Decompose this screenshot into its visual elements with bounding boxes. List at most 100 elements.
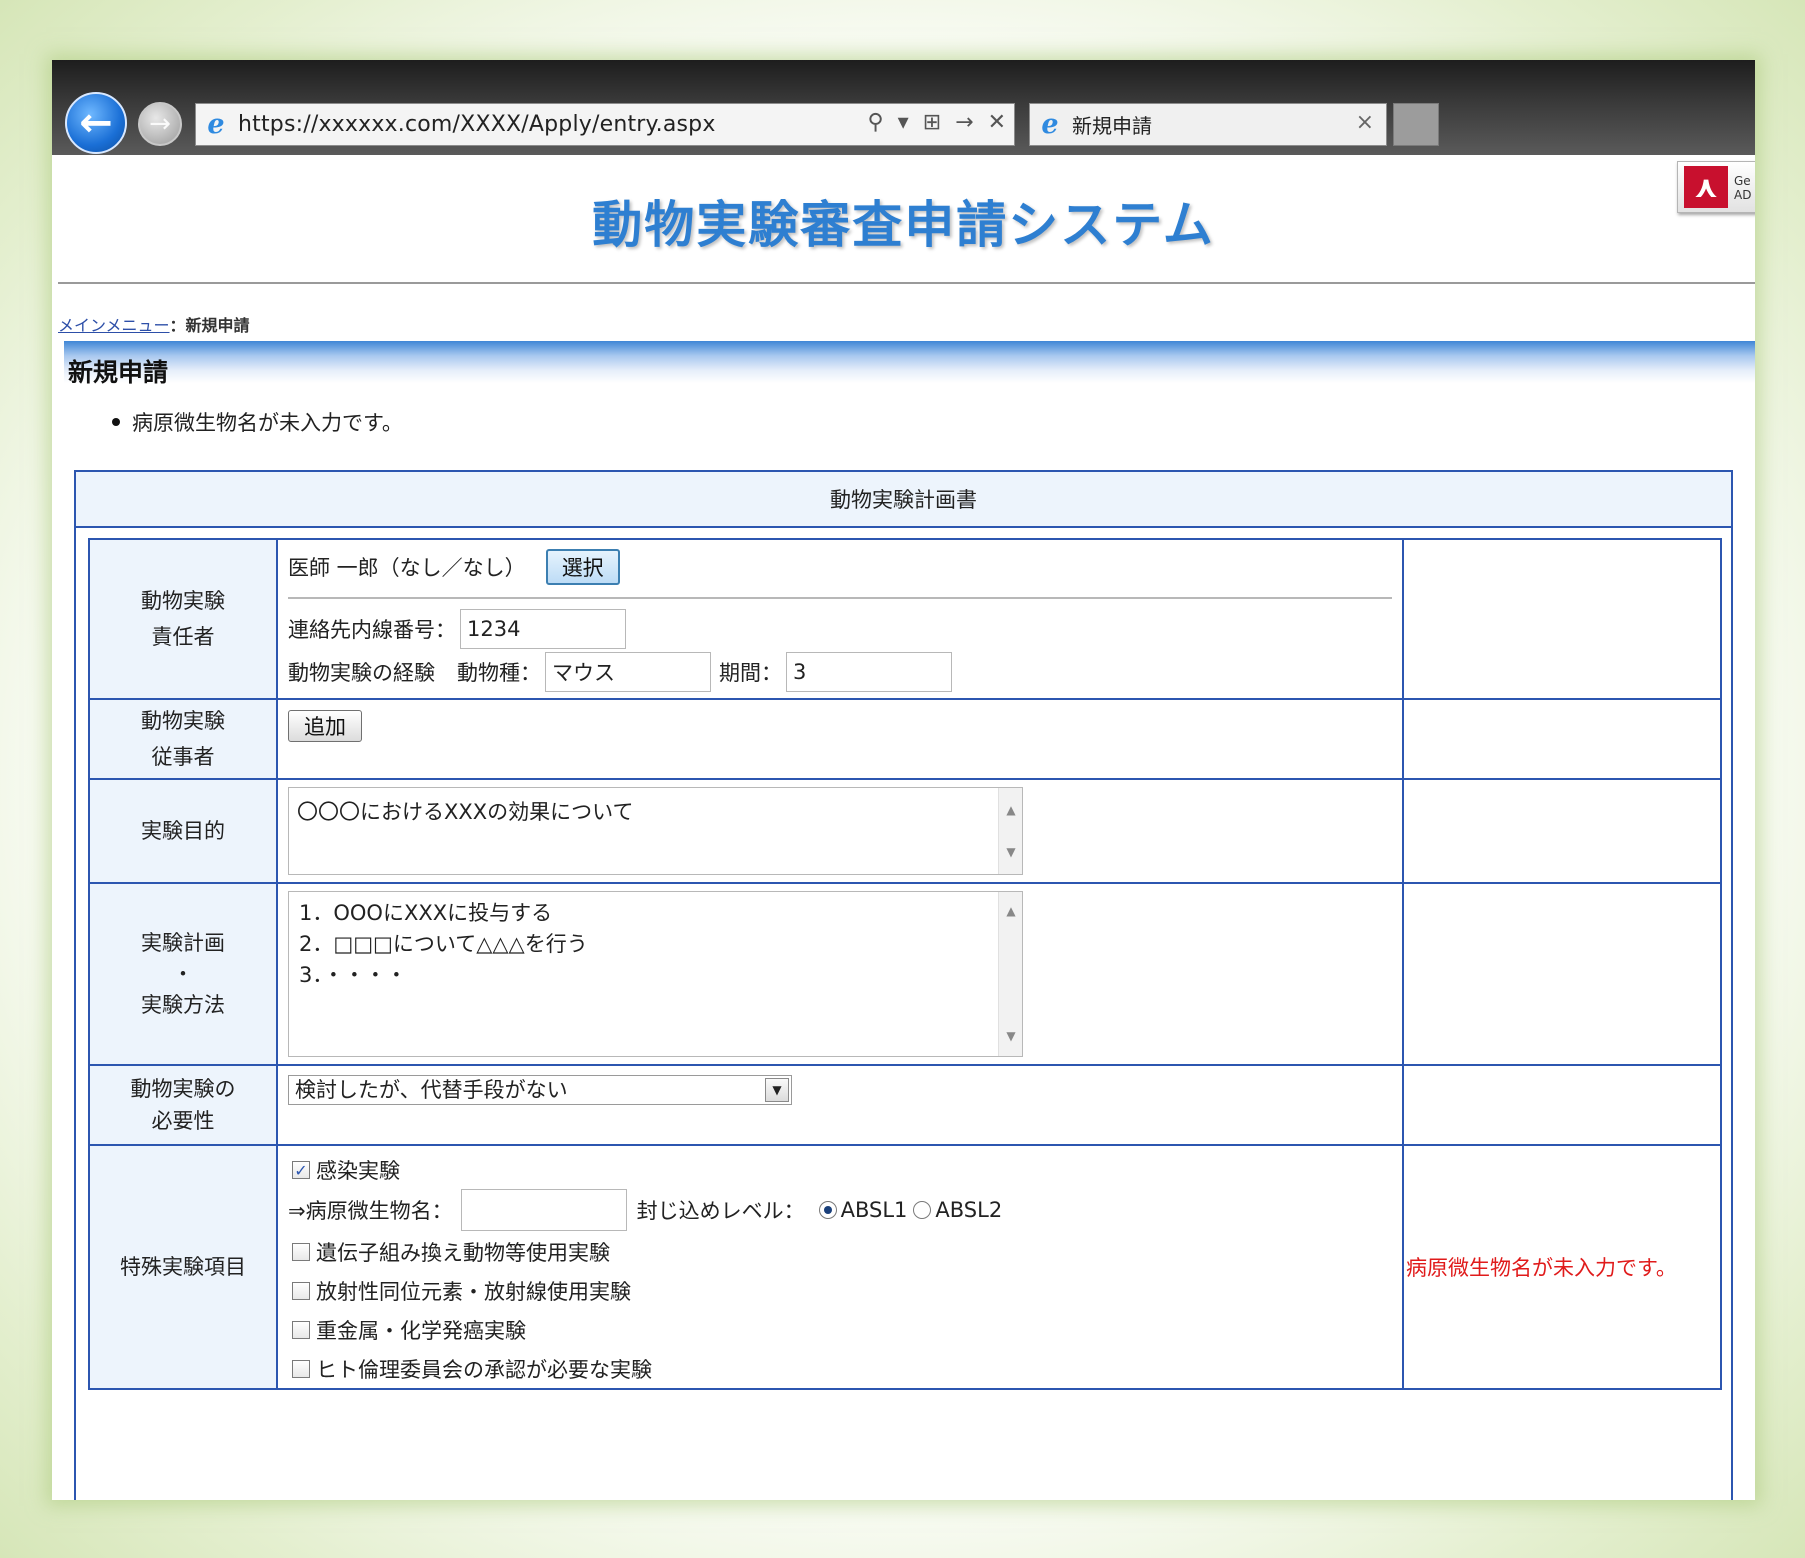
tab-title: 新規申請 — [1072, 114, 1152, 138]
absl2-radio[interactable] — [913, 1201, 932, 1219]
gmo-label: 遺伝子組み換え動物等使用実験 — [316, 1240, 610, 1265]
label-staff: 動物実験 従事者 — [88, 698, 278, 780]
ethics-label: ヒト倫理委員会の承認が必要な実験 — [316, 1357, 652, 1382]
period-input[interactable]: 3 — [786, 652, 952, 692]
message-necessity — [1402, 1064, 1722, 1146]
breadcrumb-separator: ： — [169, 316, 186, 335]
radiation-checkbox[interactable] — [292, 1281, 310, 1300]
special-error-message: 病原微生物名が未入力です。 — [1402, 1144, 1722, 1390]
browser-chrome: ← → e https://xxxxxx.com/XXXX/Apply/entr… — [52, 60, 1755, 155]
scroll-down-icon[interactable]: ▼ — [999, 1021, 1023, 1052]
purpose-textarea[interactable]: 〇〇〇におけるXXXの効果について ▲ ▼ — [288, 787, 1023, 875]
page-content: ⋏ Ge AD 動物実験審査申請システム メインメニュー：新規申請 新規申請 病原… — [52, 155, 1755, 1500]
tab-close-icon[interactable]: × — [1356, 110, 1374, 135]
site-title: 動物実験審査申請システム — [592, 196, 1215, 254]
check-infection[interactable]: ✓ 感染実験 — [288, 1152, 1392, 1188]
absl1-label: ABSL1 — [840, 1198, 908, 1222]
chevron-down-icon[interactable]: ▼ — [765, 1078, 789, 1102]
row-special: 特殊実験項目 ✓ 感染実験 ⇒病原微生物名： 封じ込めレベル： ABSL1 AB… — [88, 1144, 1722, 1390]
check-ethics[interactable]: ヒト倫理委員会の承認が必要な実験 — [288, 1349, 1392, 1388]
forward-arrow-icon[interactable]: → — [138, 102, 182, 146]
row-purpose: 実験目的 〇〇〇におけるXXXの効果について ▲ ▼ — [88, 778, 1722, 884]
ethics-checkbox[interactable] — [292, 1359, 310, 1378]
absl1-radio[interactable] — [818, 1201, 837, 1219]
validation-summary-item: 病原微生物名が未入力です。 — [132, 411, 403, 435]
browser-tab[interactable]: e 新規申請 × — [1029, 103, 1387, 146]
plan-line-2: 2．□□□について△△△を行う — [299, 932, 588, 956]
plan-form-box: 動物実験計画書 動物実験 責任者 医師 一郎（なし／なし） 選択 連絡先内線番号… — [74, 470, 1733, 1500]
heavy-metal-checkbox[interactable] — [292, 1320, 310, 1339]
check-heavy-metal[interactable]: 重金属・化学発癌実験 — [288, 1310, 1392, 1349]
message-purpose — [1402, 778, 1722, 884]
cell-purpose: 〇〇〇におけるXXXの効果について ▲ ▼ — [276, 778, 1404, 884]
back-arrow-icon[interactable]: ← — [65, 92, 127, 154]
check-gmo[interactable]: 遺伝子組み換え動物等使用実験 — [288, 1232, 1392, 1271]
label-purpose: 実験目的 — [88, 778, 278, 884]
compat-view-icon[interactable]: ⊞ — [923, 110, 941, 135]
search-icon[interactable]: ⚲ — [868, 110, 884, 135]
plan-line-1: 1．OOOにXXXに投与する — [299, 901, 553, 925]
dropdown-icon[interactable]: ▾ — [898, 110, 909, 135]
bullet-icon — [112, 418, 120, 426]
browser-window: ← → e https://xxxxxx.com/XXXX/Apply/entr… — [52, 60, 1755, 1500]
plan-form-table: 動物実験 責任者 医師 一郎（なし／なし） 選択 連絡先内線番号： 1234 動… — [88, 538, 1722, 1390]
validation-summary: 病原微生物名が未入力です。 — [112, 407, 403, 437]
form-title: 動物実験計画書 — [76, 472, 1731, 528]
go-arrow-icon[interactable]: → — [955, 110, 973, 135]
label-necessity: 動物実験の 必要性 — [88, 1064, 278, 1146]
period-label: 期間： — [719, 661, 782, 685]
purpose-scrollbar[interactable]: ▲ ▼ — [998, 788, 1022, 874]
row-responsible: 動物実験 責任者 医師 一郎（なし／なし） 選択 連絡先内線番号： 1234 動… — [88, 538, 1722, 700]
gmo-checkbox[interactable] — [292, 1242, 310, 1261]
extension-label: 連絡先内線番号： — [288, 618, 456, 642]
scroll-up-icon[interactable]: ▲ — [999, 792, 1023, 828]
species-label: 動物種： — [457, 661, 541, 685]
header-divider — [58, 282, 1755, 284]
cell-staff: 追加 — [276, 698, 1404, 780]
cell-responsible: 医師 一郎（なし／なし） 選択 連絡先内線番号： 1234 動物実験の経験 動物… — [276, 538, 1404, 700]
cell-necessity: 検討したが、代替手段がない ▼ — [276, 1064, 1404, 1146]
page-title: 新規申請 — [68, 358, 169, 387]
plan-line-3: 3．・・・・ — [299, 963, 407, 987]
address-bar[interactable]: e https://xxxxxx.com/XXXX/Apply/entry.as… — [195, 103, 1015, 146]
infection-checkbox[interactable]: ✓ — [292, 1161, 310, 1180]
row-staff: 動物実験 従事者 追加 — [88, 698, 1722, 780]
breadcrumb-current: 新規申請 — [185, 316, 250, 335]
heavy-metal-label: 重金属・化学発癌実験 — [316, 1318, 526, 1343]
cell-plan: 1．OOOにXXXに投与する 2．□□□について△△△を行う 3．・・・・ ▲ … — [276, 882, 1404, 1066]
check-radiation[interactable]: 放射性同位元素・放射線使用実験 — [288, 1271, 1392, 1310]
extension-input[interactable]: 1234 — [460, 609, 626, 649]
address-tools: ⚲ ▾ ⊞ → ✕ — [868, 110, 1006, 135]
stop-icon[interactable]: ✕ — [988, 110, 1006, 135]
message-responsible — [1402, 538, 1722, 700]
add-staff-button[interactable]: 追加 — [288, 710, 362, 742]
message-plan — [1402, 882, 1722, 1066]
containment-label: 封じ込めレベル： — [636, 1199, 805, 1223]
tab-ie-icon: e — [1041, 109, 1059, 140]
select-responsible-button[interactable]: 選択 — [545, 549, 620, 585]
necessity-select[interactable]: 検討したが、代替手段がない ▼ — [288, 1075, 792, 1105]
message-staff — [1402, 698, 1722, 780]
plan-textarea[interactable]: 1．OOOにXXXに投与する 2．□□□について△△△を行う 3．・・・・ ▲ … — [288, 891, 1023, 1057]
infection-label: 感染実験 — [316, 1159, 400, 1183]
pathogen-label: ⇒病原微生物名： — [288, 1199, 453, 1223]
necessity-selected: 検討したが、代替手段がない — [295, 1078, 568, 1102]
radiation-label: 放射性同位元素・放射線使用実験 — [316, 1279, 631, 1304]
ie-icon: e — [207, 109, 225, 140]
species-input[interactable]: マウス — [545, 652, 711, 692]
scroll-up-icon[interactable]: ▲ — [999, 896, 1023, 927]
absl2-label: ABSL2 — [935, 1198, 1003, 1222]
pathogen-input[interactable] — [460, 1189, 627, 1231]
breadcrumb-main-menu-link[interactable]: メインメニュー — [58, 316, 170, 335]
label-responsible: 動物実験 責任者 — [88, 538, 278, 700]
responsible-divider — [288, 597, 1392, 599]
cell-special: ✓ 感染実験 ⇒病原微生物名： 封じ込めレベル： ABSL1 ABSL2 遺伝子… — [276, 1144, 1404, 1390]
plan-scrollbar[interactable]: ▲ ▼ — [998, 892, 1022, 1056]
scroll-down-icon[interactable]: ▼ — [999, 834, 1023, 870]
breadcrumb: メインメニュー：新規申請 — [58, 312, 250, 336]
url-text[interactable]: https://xxxxxx.com/XXXX/Apply/entry.aspx — [238, 112, 716, 137]
section-header-bar — [64, 341, 1755, 383]
new-tab-button[interactable] — [1393, 103, 1439, 146]
label-special: 特殊実験項目 — [88, 1144, 278, 1390]
responsible-name: 医師 一郎（なし／なし） — [288, 556, 526, 580]
